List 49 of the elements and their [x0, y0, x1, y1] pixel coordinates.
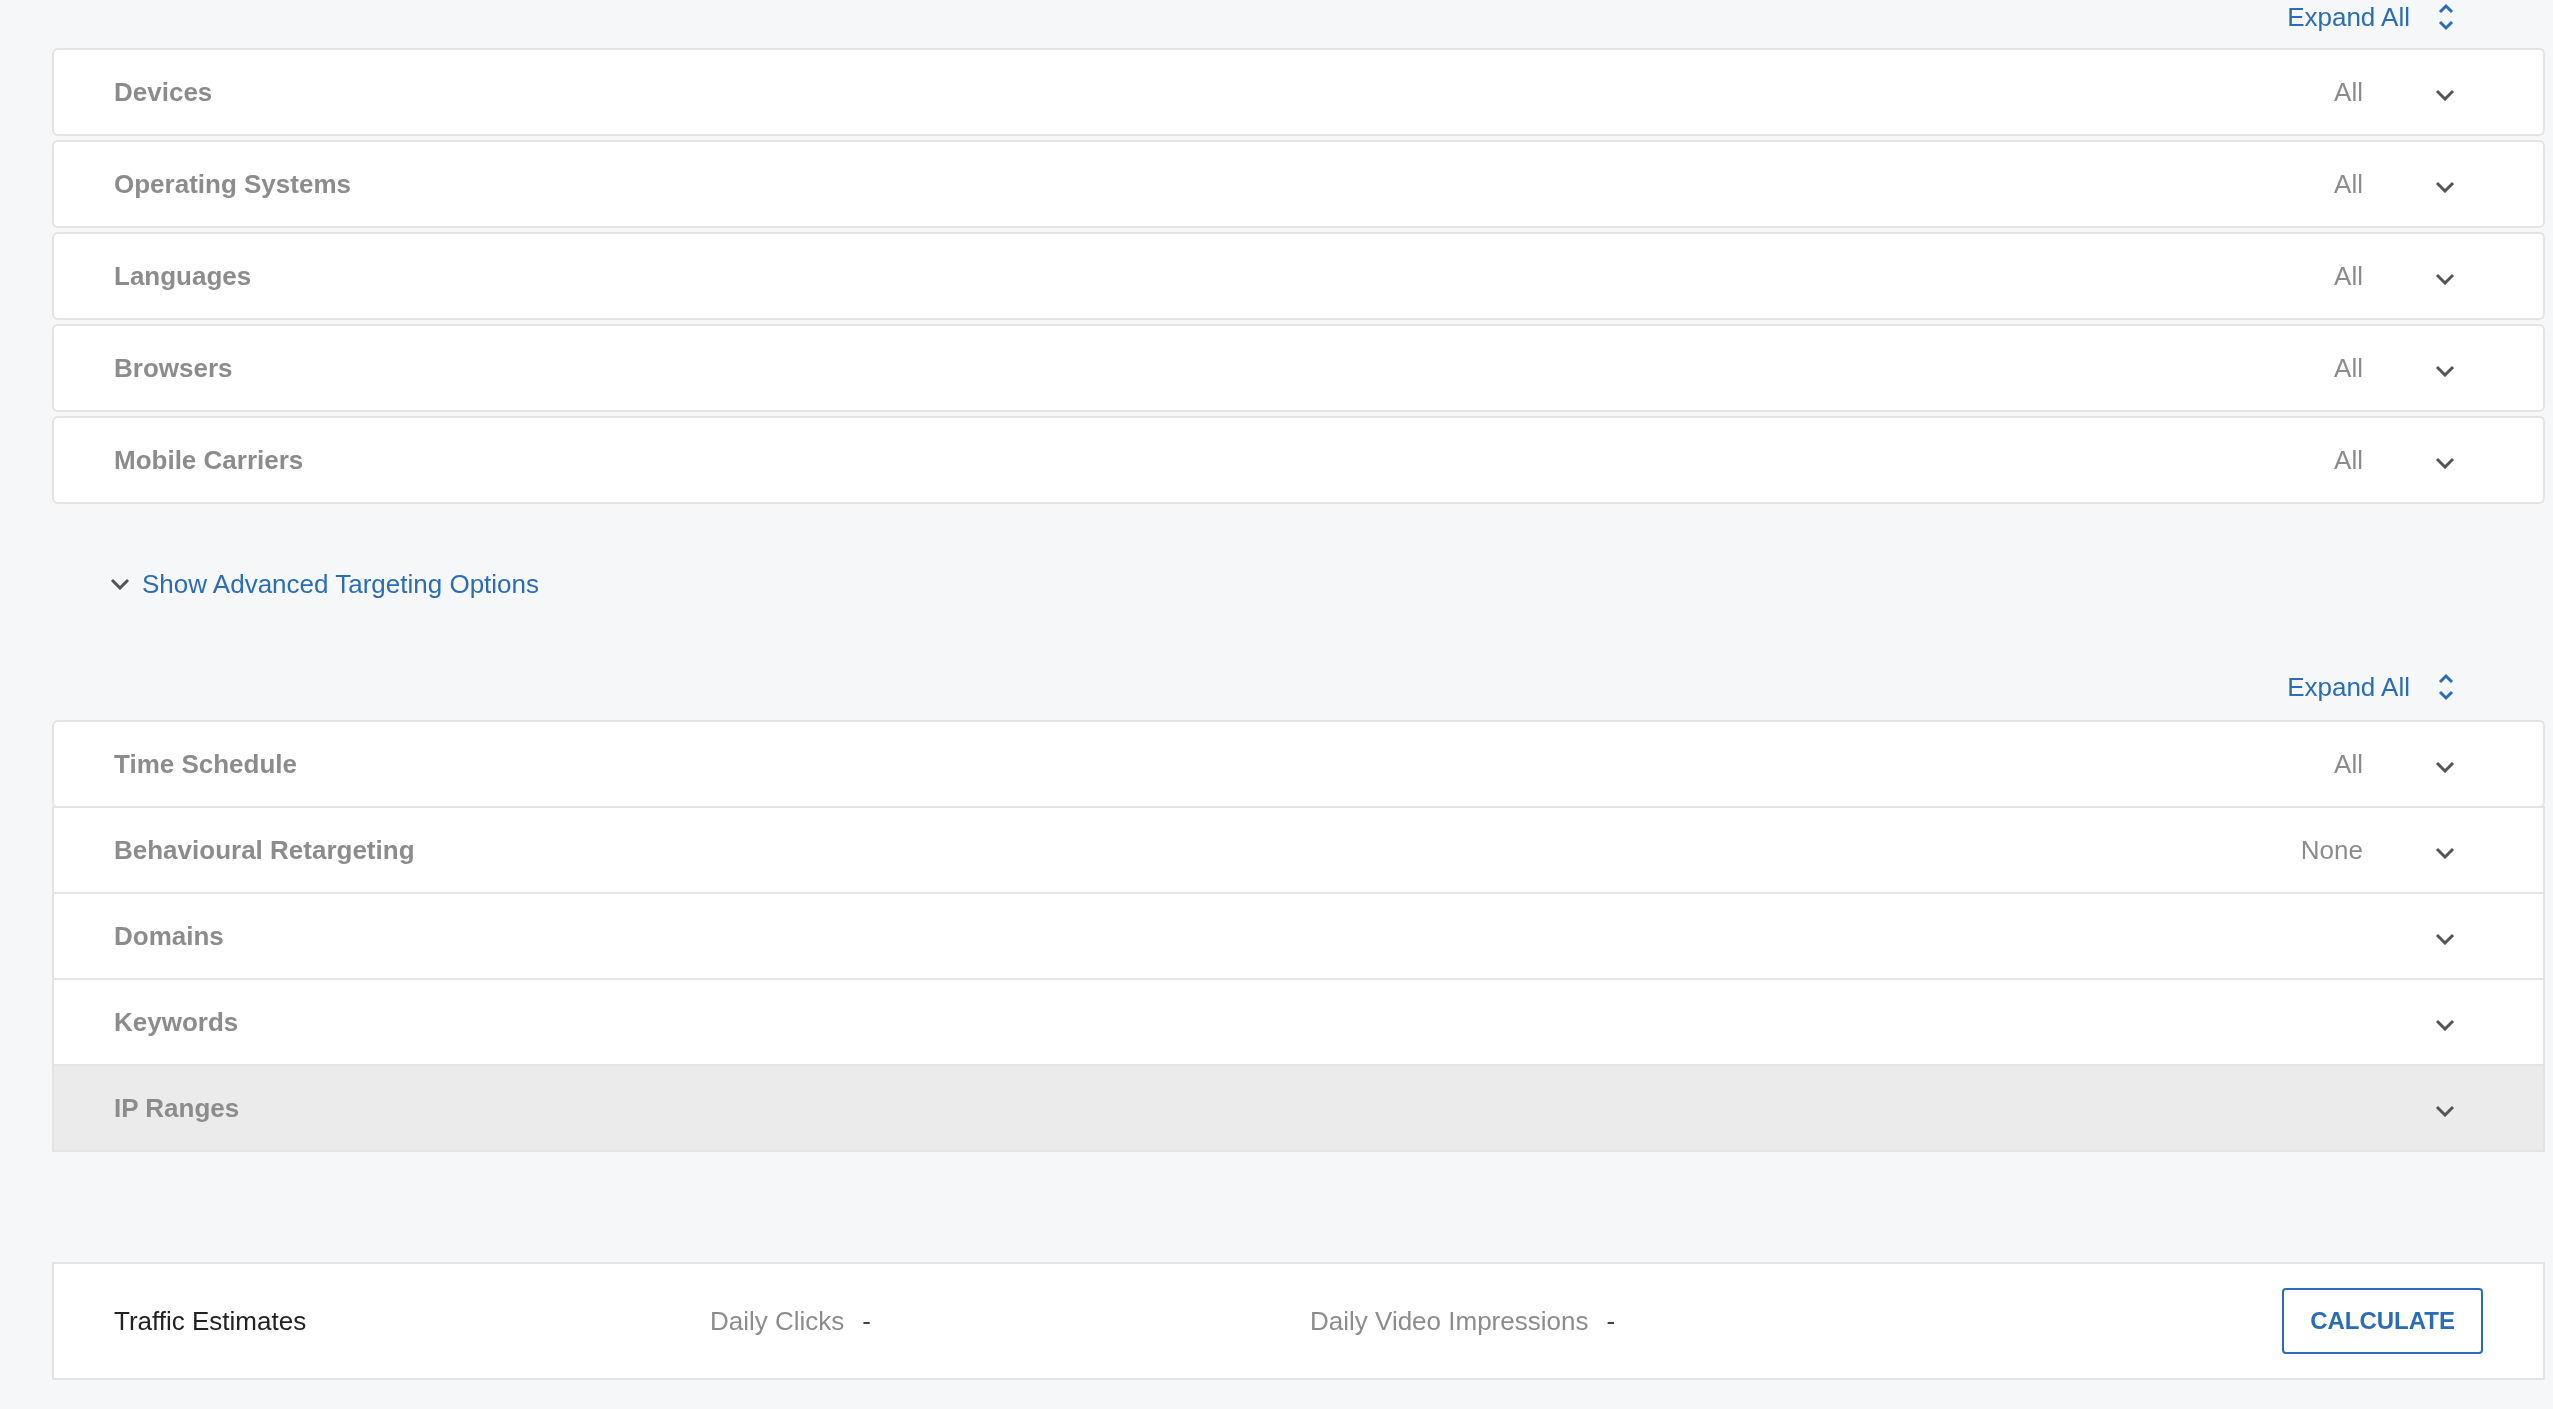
row-label: Devices [114, 76, 214, 108]
row-value: All [2334, 444, 2363, 476]
expand-collapse-icon [2438, 673, 2454, 701]
chevron-down-icon [2435, 1105, 2455, 1117]
row-label: Browsers [114, 352, 234, 384]
row-value: None [2300, 834, 2363, 866]
chevron-down-icon [2435, 761, 2455, 773]
chevron-down-icon [2435, 847, 2455, 859]
expand-collapse-icon [2438, 3, 2454, 31]
traffic-estimates-title: Traffic Estimates [114, 1305, 308, 1337]
chevron-down-icon [2435, 933, 2455, 945]
targeting-row[interactable]: Operating Systems All [52, 140, 2545, 228]
show-advanced-link[interactable]: Show Advanced Targeting Options [110, 558, 539, 610]
row-label: Operating Systems [114, 168, 352, 200]
row-value: All [2334, 168, 2363, 200]
daily-clicks-value: - [862, 1305, 871, 1337]
daily-video-impressions-label: Daily Video Impressions [1310, 1305, 1589, 1337]
chevron-down-icon [2435, 89, 2455, 101]
targeting-row[interactable]: Languages All [52, 232, 2545, 320]
targeting-row[interactable]: Time Schedule All [52, 720, 2545, 808]
chevron-down-icon [2435, 273, 2455, 285]
row-label: Keywords [114, 1006, 240, 1038]
row-value: All [2334, 352, 2363, 384]
row-label: Languages [114, 260, 253, 292]
row-label: Behavioural Retargeting [114, 834, 416, 866]
targeting-row[interactable]: Behavioural Retargeting None [52, 806, 2545, 894]
row-value: All [2334, 260, 2363, 292]
row-value: All [2334, 76, 2363, 108]
expand-all-link[interactable]: Expand All [2287, 671, 2454, 703]
row-label: Time Schedule [114, 748, 299, 780]
calculate-button[interactable]: CALCULATE [2282, 1288, 2483, 1354]
row-label: Domains [114, 920, 225, 952]
targeting-row[interactable]: Browsers All [52, 324, 2545, 412]
expand-all-link[interactable]: Expand All [2287, 1, 2454, 33]
daily-clicks-label: Daily Clicks [710, 1305, 845, 1337]
targeting-row[interactable]: Devices All [52, 48, 2545, 136]
chevron-down-icon [2435, 181, 2455, 193]
targeting-row[interactable]: Domains [52, 892, 2545, 980]
chevron-down-icon [2435, 365, 2455, 377]
row-label: IP Ranges [114, 1092, 241, 1124]
row-label: Mobile Carriers [114, 444, 305, 476]
targeting-row[interactable]: Keywords [52, 978, 2545, 1066]
chevron-down-icon [2435, 1019, 2455, 1031]
chevron-down-icon [110, 578, 130, 590]
daily-video-impressions-value: - [1606, 1305, 1616, 1337]
row-value: All [2334, 748, 2363, 780]
chevron-down-icon [2435, 457, 2455, 469]
targeting-row[interactable]: Mobile Carriers All [52, 416, 2545, 504]
targeting-row[interactable]: IP Ranges [52, 1064, 2545, 1152]
